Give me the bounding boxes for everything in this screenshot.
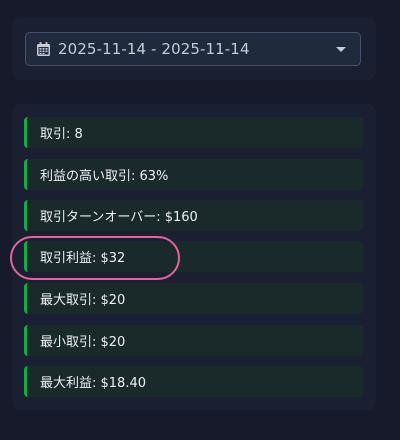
calendar-icon <box>37 42 50 56</box>
stat-trade-turnover: 取引ターンオーバー: $160 <box>24 200 363 231</box>
chevron-down-icon[interactable] <box>336 46 346 52</box>
date-range-value: 2025-11-14 - 2025-11-14 <box>58 40 250 58</box>
stat-max-profit: 最大利益: $18.40 <box>24 366 363 397</box>
stat-trades: 取引: 8 <box>24 117 363 148</box>
highlight-annotation <box>10 236 180 280</box>
stat-profitable-trades: 利益の高い取引: 63% <box>24 159 363 190</box>
stat-min-trade: 最小取引: $20 <box>24 325 363 356</box>
stat-max-trade: 最大取引: $20 <box>24 283 363 314</box>
date-range-panel: 2025-11-14 - 2025-11-14 <box>12 18 376 80</box>
date-range-select[interactable]: 2025-11-14 - 2025-11-14 <box>25 32 361 66</box>
